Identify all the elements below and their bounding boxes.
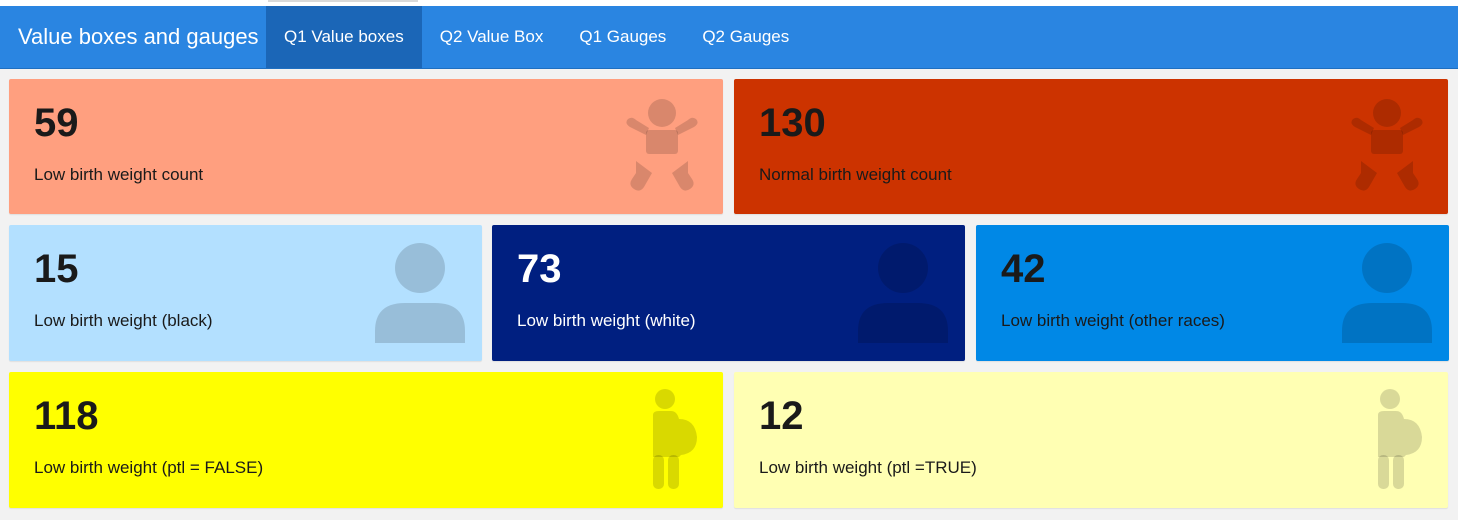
value-box-low-birth-weight-count: 59 Low birth weight count: [9, 79, 723, 214]
tab-q1-gauges[interactable]: Q1 Gauges: [561, 6, 684, 68]
value-box-caption: Low birth weight count: [34, 165, 204, 184]
app-title: Value boxes and gauges: [18, 24, 259, 49]
value-box-caption: Normal birth weight count: [759, 165, 952, 184]
pregnant-icon: [653, 389, 697, 489]
value-box-caption: Low birth weight (ptl =TRUE): [759, 458, 977, 477]
pregnant-icon: [1378, 389, 1422, 489]
tab-q2-gauges[interactable]: Q2 Gauges: [684, 6, 807, 68]
user-icon: [375, 243, 465, 343]
value-box-value: 130: [759, 101, 826, 145]
user-icon: [858, 243, 948, 343]
baby-icon: [1351, 99, 1423, 191]
value-box-ptl-false: 118 Low birth weight (ptl = FALSE): [9, 372, 723, 508]
value-box-caption: Low birth weight (white): [517, 311, 696, 330]
value-box-value: 15: [34, 247, 79, 291]
value-box-caption: Low birth weight (ptl = FALSE): [34, 458, 264, 477]
value-box-normal-birth-weight-count: 130 Normal birth weight count: [734, 79, 1448, 214]
user-icon: [1342, 243, 1432, 343]
value-box-low-birth-weight-white: 73 Low birth weight (white): [492, 225, 965, 361]
value-box-caption: Low birth weight (black): [34, 311, 213, 330]
value-box-low-birth-weight-other-races: 42 Low birth weight (other races): [976, 225, 1449, 361]
value-box-value: 73: [517, 247, 562, 291]
value-box-value: 12: [759, 394, 804, 438]
value-box-value: 118: [34, 394, 99, 438]
value-box-caption: Low birth weight (other races): [1001, 311, 1225, 330]
baby-icon: [626, 99, 698, 191]
value-box-value: 59: [34, 101, 79, 145]
navbar: Value boxes and gauges Q1 Value boxes Q2…: [0, 6, 1458, 69]
value-box-ptl-true: 12 Low birth weight (ptl =TRUE): [734, 372, 1448, 508]
tab-q1-value-boxes[interactable]: Q1 Value boxes: [266, 6, 422, 68]
tab-edge: [268, 0, 418, 2]
tab-q2-value-box[interactable]: Q2 Value Box: [422, 6, 562, 68]
value-box-low-birth-weight-black: 15 Low birth weight (black): [9, 225, 482, 361]
value-box-value: 42: [1001, 247, 1046, 291]
